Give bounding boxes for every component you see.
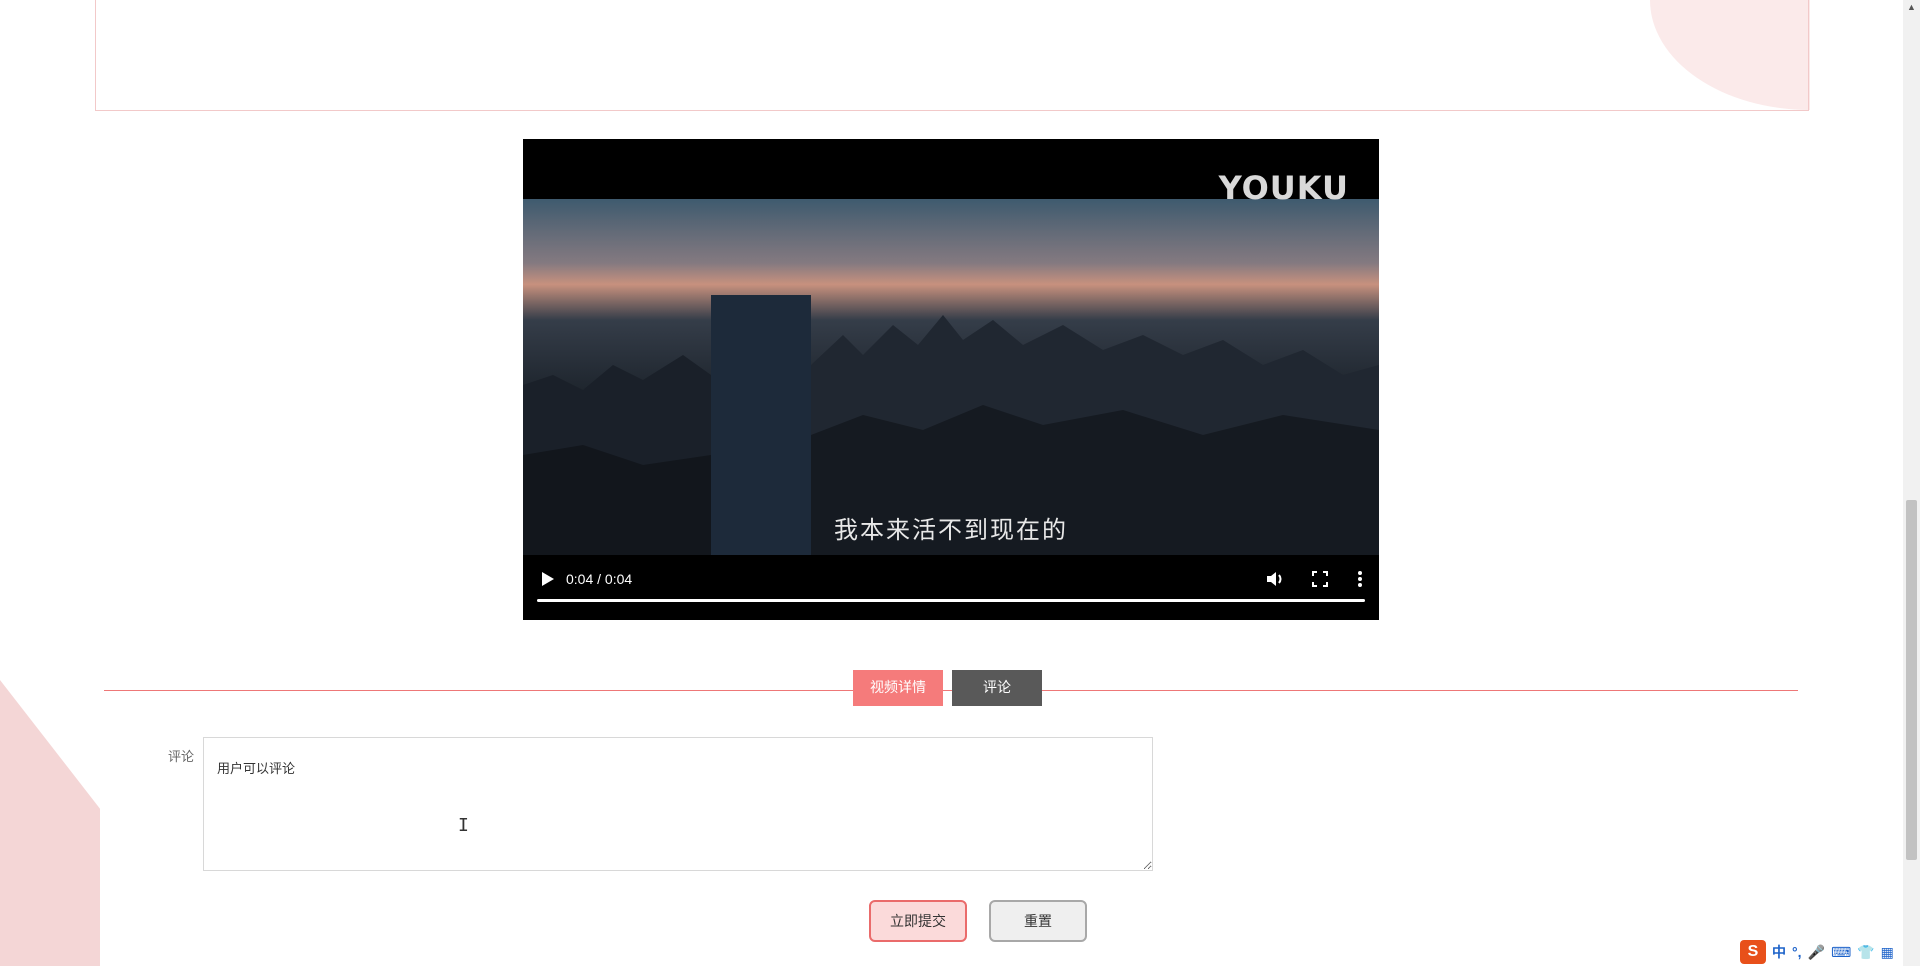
section-divider xyxy=(104,690,1798,691)
text-cursor-icon: I xyxy=(458,815,469,836)
ime-toolbar: S 中 °, 🎤 ⌨ 👕 ▦ xyxy=(1740,940,1894,964)
video-player[interactable]: YOUKU 我本来活不到现在的 0:04 / 0:04 xyxy=(523,139,1379,620)
volume-icon[interactable] xyxy=(1263,567,1287,591)
youku-watermark-logo: YOUKU xyxy=(1218,169,1349,207)
top-content-card xyxy=(95,0,1809,111)
ime-chinese-mode[interactable]: 中 xyxy=(1772,942,1786,962)
comment-label: 评论 xyxy=(168,750,195,765)
tab-video-details[interactable]: 视频详情 xyxy=(853,670,943,706)
more-options-icon[interactable] xyxy=(1348,567,1372,591)
play-icon[interactable] xyxy=(537,569,557,589)
decorative-blob-left xyxy=(0,680,100,966)
reset-button[interactable]: 重置 xyxy=(989,900,1087,942)
video-frame xyxy=(523,199,1379,555)
fullscreen-icon[interactable] xyxy=(1308,567,1332,591)
scrollbar-thumb[interactable] xyxy=(1906,500,1917,860)
ime-punctuation-icon[interactable]: °, xyxy=(1792,944,1802,960)
comment-textarea[interactable] xyxy=(203,737,1153,871)
video-progress-bar[interactable] xyxy=(537,599,1365,602)
sogou-ime-logo-icon[interactable]: S xyxy=(1740,940,1766,964)
scroll-up-arrow-icon[interactable]: ▲ xyxy=(1907,2,1916,12)
ime-microphone-icon[interactable]: 🎤 xyxy=(1808,944,1825,961)
submit-button[interactable]: 立即提交 xyxy=(869,900,967,942)
page-scrollbar[interactable]: ▲ xyxy=(1903,0,1920,966)
video-controls-bar: 0:04 / 0:04 xyxy=(523,555,1379,620)
ime-skin-icon[interactable]: 👕 xyxy=(1857,944,1874,961)
video-subtitle: 我本来活不到现在的 xyxy=(834,516,1068,544)
ime-keyboard-icon[interactable]: ⌨ xyxy=(1831,944,1851,961)
ime-grid-menu-icon[interactable]: ▦ xyxy=(1881,944,1894,961)
video-time: 0:04 / 0:04 xyxy=(566,571,633,587)
tab-comments[interactable]: 评论 xyxy=(952,670,1042,706)
